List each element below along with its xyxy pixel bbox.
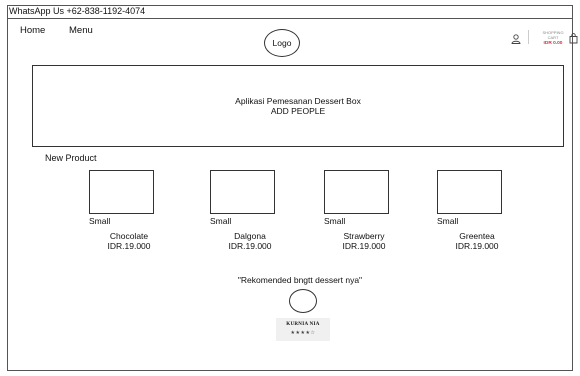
hero-banner: Aplikasi Pemesanan Dessert Box ADD PEOPL… [32,65,564,147]
reviewer-card: KURNIA NIA ★★★★☆ [276,318,330,341]
product-image[interactable] [324,170,389,214]
product-size: Small [89,216,111,226]
banner-title: Aplikasi Pemesanan Dessert Box [235,96,361,106]
whatsapp-contact[interactable]: WhatsApp Us +62-838-1192-4074 [9,6,145,16]
product-name[interactable]: Chocolate [99,231,159,241]
product-name[interactable]: Strawberry [334,231,394,241]
logo[interactable]: Logo [264,29,300,57]
product-image[interactable] [210,170,275,214]
product-price: IDR.19.000 [107,241,151,251]
product-price: IDR.19.000 [455,241,499,251]
product-size: Small [210,216,232,226]
user-icon[interactable] [511,31,521,49]
reviewer-name: KURNIA NIA [286,322,320,327]
header-divider [528,30,529,44]
product-image[interactable] [437,170,502,214]
cart-icon[interactable] [569,31,578,49]
nav-menu[interactable]: Menu [69,25,93,36]
product-name[interactable]: Greentea [447,231,507,241]
reviewer-avatar [289,289,317,313]
product-name[interactable]: Dalgona [220,231,280,241]
banner-subtitle: ADD PEOPLE [270,106,326,116]
product-price: IDR.19.000 [228,241,272,251]
product-image[interactable] [89,170,154,214]
product-size: Small [437,216,459,226]
cart-summary[interactable]: SHOPPING CART IDR 0.00 [537,30,569,46]
product-price: IDR.19.000 [342,241,386,251]
cart-label: SHOPPING CART [542,30,564,40]
nav-home[interactable]: Home [20,25,45,36]
cart-total: IDR 0.00 [543,41,563,46]
product-size: Small [324,216,346,226]
section-title-new-product: New Product [45,153,97,163]
rating-stars: ★★★★☆ [290,330,316,336]
contact-bar: WhatsApp Us +62-838-1192-4074 [7,5,573,19]
testimonial-quote: "Rekomended bngtt dessert nya" [237,275,363,285]
